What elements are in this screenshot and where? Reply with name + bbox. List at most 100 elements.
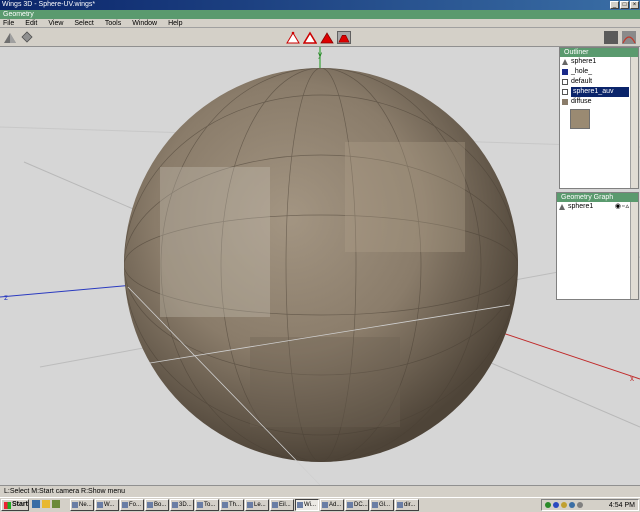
taskbar-task-label: Gl... xyxy=(379,502,391,508)
app-icon xyxy=(172,502,178,508)
perspective-toggle-icon[interactable] xyxy=(20,31,34,44)
taskbar-task-button[interactable]: DC... xyxy=(345,499,369,511)
lock-icon[interactable]: ▫ xyxy=(622,202,624,212)
outliner-panel[interactable]: Outliner sphere1 _hole_ default sphere1_… xyxy=(559,47,639,189)
taskbar-task-label: Ne... xyxy=(79,502,92,508)
taskbar-tasks: Ne... W... Fo... Bo... 3D... To... Th... Le... E… xyxy=(70,499,419,511)
app-icon xyxy=(222,502,228,508)
taskbar-task-button[interactable]: dir... xyxy=(395,499,419,511)
menu-help[interactable]: Help xyxy=(168,19,182,27)
taskbar-task-label: Th... xyxy=(229,502,242,508)
menu-window[interactable]: Window xyxy=(132,19,157,27)
start-button[interactable]: Start xyxy=(1,499,29,511)
x-axis-label: x xyxy=(630,374,634,383)
texture-icon xyxy=(562,99,568,105)
wire-icon[interactable]: ▵ xyxy=(625,202,629,212)
geometry-graph-title: Geometry Graph xyxy=(557,193,638,202)
viewport-3d[interactable]: y z x Outliner sphere1 _hole_ default sp… xyxy=(0,47,640,485)
taskbar-task-button[interactable]: Ad... xyxy=(320,499,344,511)
flat-shading-icon[interactable] xyxy=(604,31,618,44)
taskbar-task-label: Bo... xyxy=(154,502,167,508)
taskbar-task-label: Fo... xyxy=(129,502,142,508)
geometry-graph-list: sphere1 ◉ ▫ ▵ xyxy=(557,202,630,299)
taskbar-task-button[interactable]: Le... xyxy=(245,499,269,511)
taskbar-task-label: Eil... xyxy=(279,502,291,508)
eye-icon[interactable]: ◉ xyxy=(615,202,621,212)
object-icon xyxy=(559,204,565,210)
app-icon xyxy=(97,502,103,508)
minimize-button[interactable]: _ xyxy=(610,1,619,9)
taskbar-task-label: W... xyxy=(104,502,115,508)
menu-tools[interactable]: Tools xyxy=(105,19,121,27)
tray-icon[interactable] xyxy=(569,502,575,508)
close-button[interactable]: × xyxy=(630,1,639,9)
outliner-list: sphere1 _hole_ default sphere1_auv diffu… xyxy=(560,57,630,188)
clock: 4:54 PM xyxy=(608,501,635,509)
maximize-button[interactable]: □ xyxy=(620,1,629,9)
smooth-preview-icon[interactable] xyxy=(3,31,17,44)
tray-icon[interactable] xyxy=(561,502,567,508)
taskbar-task-label: Ad... xyxy=(329,502,342,508)
taskbar-task-label: DC... xyxy=(354,502,368,508)
outliner-item[interactable]: diffuse xyxy=(560,97,630,107)
quick-launch-icon[interactable] xyxy=(32,500,40,508)
menu-edit[interactable]: Edit xyxy=(25,19,37,27)
taskbar-task-label: To... xyxy=(204,502,216,508)
outliner-item[interactable]: sphere1 xyxy=(560,57,630,67)
quick-launch-icon[interactable] xyxy=(42,500,50,508)
body-mode-icon[interactable] xyxy=(337,31,351,44)
taskbar-task-button[interactable]: Wi... xyxy=(295,499,319,511)
window-title: Wings 3D - Sphere-UV.wings* xyxy=(2,1,96,8)
vertex-mode-icon[interactable] xyxy=(286,31,300,44)
taskbar-task-button[interactable]: Fo... xyxy=(120,499,144,511)
window-controls: _ □ × xyxy=(610,1,639,9)
windows-logo-icon xyxy=(4,501,11,509)
menu-view[interactable]: View xyxy=(48,19,63,27)
taskbar-task-button[interactable]: To... xyxy=(195,499,219,511)
outliner-item-selected[interactable]: sphere1_auv xyxy=(560,87,630,97)
quick-launch-icon[interactable] xyxy=(52,500,60,508)
window-titlebar: Wings 3D - Sphere-UV.wings* _ □ × xyxy=(0,0,640,10)
outliner-item[interactable]: _hole_ xyxy=(560,67,630,77)
geometry-graph-scrollbar[interactable] xyxy=(630,202,638,299)
mode-label: Geometry xyxy=(3,11,34,18)
app-icon xyxy=(372,502,378,508)
tray-icon[interactable] xyxy=(553,502,559,508)
texture-thumbnail[interactable] xyxy=(570,109,590,129)
object-icon xyxy=(562,59,568,65)
geometry-graph-item[interactable]: sphere1 ◉ ▫ ▵ xyxy=(557,202,630,212)
taskbar-task-button[interactable]: Th... xyxy=(220,499,244,511)
system-tray: 4:54 PM xyxy=(541,499,639,511)
tray-icon[interactable] xyxy=(577,502,583,508)
taskbar-task-button[interactable]: Eil... xyxy=(270,499,294,511)
y-axis-label: y xyxy=(318,50,322,59)
viewport-canvas: y z x xyxy=(0,47,640,485)
app-icon xyxy=(147,502,153,508)
app-icon xyxy=(272,502,278,508)
status-bar: L:Select M:Start camera R:Show menu xyxy=(0,485,640,497)
taskbar-task-button[interactable]: Ne... xyxy=(70,499,94,511)
render-icon[interactable] xyxy=(622,31,636,44)
outliner-item[interactable]: default xyxy=(560,77,630,87)
geometry-graph-panel[interactable]: Geometry Graph sphere1 ◉ ▫ ▵ xyxy=(556,192,639,300)
edge-mode-icon[interactable] xyxy=(303,31,317,44)
taskbar-task-button[interactable]: W... xyxy=(95,499,119,511)
menu-file[interactable]: File xyxy=(3,19,14,27)
app-icon xyxy=(122,502,128,508)
taskbar-task-label: Le... xyxy=(254,502,266,508)
taskbar-task-button[interactable]: 3D... xyxy=(170,499,194,511)
taskbar-task-label: dir... xyxy=(404,502,416,508)
app-icon xyxy=(72,502,78,508)
app-icon xyxy=(247,502,253,508)
material-icon xyxy=(562,69,568,75)
menu-bar: File Edit View Select Tools Window Help xyxy=(0,19,640,28)
taskbar-task-button[interactable]: Gl... xyxy=(370,499,394,511)
menu-select[interactable]: Select xyxy=(74,19,93,27)
app-icon xyxy=(197,502,203,508)
tray-icon[interactable] xyxy=(545,502,551,508)
quick-launch xyxy=(32,500,60,508)
taskbar-task-button[interactable]: Bo... xyxy=(145,499,169,511)
face-mode-icon[interactable] xyxy=(320,31,334,44)
outliner-title: Outliner xyxy=(560,48,638,57)
outliner-scrollbar[interactable] xyxy=(630,57,638,188)
